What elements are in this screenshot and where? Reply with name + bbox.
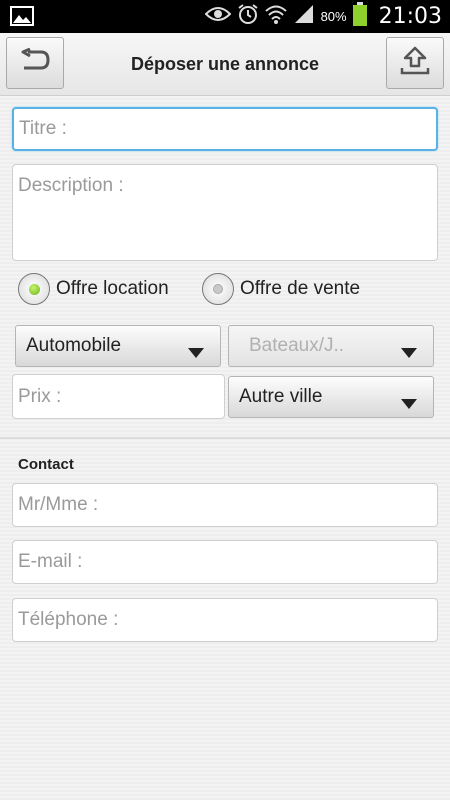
image-icon — [10, 6, 34, 31]
radio-offre-vente[interactable]: Offre de vente — [202, 273, 360, 305]
dropdown-arrow-icon — [401, 342, 417, 364]
name-input[interactable]: Mr/Mme : — [12, 483, 438, 527]
signal-icon — [293, 4, 315, 29]
subcategory-dropdown[interactable]: Bateaux/J.. — [228, 325, 434, 367]
title-placeholder: Titre : — [19, 118, 67, 139]
wifi-icon — [264, 4, 287, 29]
contact-section-label: Contact — [18, 456, 74, 473]
battery-icon — [352, 2, 367, 31]
section-divider — [0, 437, 450, 439]
title-input[interactable]: Titre : — [12, 107, 438, 151]
category-dropdown[interactable]: Automobile — [15, 325, 221, 367]
dropdown-arrow-icon — [401, 393, 417, 415]
back-arrow-icon — [19, 47, 51, 79]
alarm-icon — [237, 3, 259, 30]
subcategory-value: Bateaux/J.. — [249, 335, 345, 356]
category-value: Automobile — [26, 335, 122, 356]
price-input[interactable]: Prix : — [12, 374, 225, 419]
radio-label-location: Offre location — [56, 278, 169, 299]
name-placeholder: Mr/Mme : — [18, 494, 99, 515]
price-placeholder: Prix : — [18, 385, 62, 407]
back-button[interactable] — [6, 37, 64, 89]
description-input[interactable]: Description : — [12, 164, 438, 261]
city-dropdown[interactable]: Autre ville — [228, 376, 434, 418]
email-input[interactable]: E-mail : — [12, 540, 438, 584]
page-title: Déposer une annonce — [130, 53, 320, 74]
battery-percent: 80% — [320, 9, 347, 24]
radio-unselected-indicator — [202, 273, 234, 305]
action-bar: Déposer une annonce — [0, 33, 450, 96]
radio-offre-location[interactable]: Offre location — [18, 273, 169, 305]
radio-label-vente: Offre de vente — [240, 278, 361, 299]
eye-icon — [204, 5, 231, 28]
upload-icon — [399, 46, 431, 81]
description-placeholder: Description : — [18, 175, 124, 196]
clock: 21:03 — [378, 4, 442, 29]
upload-button[interactable] — [386, 37, 444, 89]
phone-input[interactable]: Téléphone : — [12, 598, 438, 642]
email-placeholder: E-mail : — [18, 551, 83, 572]
status-bar: 80% 21:03 — [0, 0, 450, 33]
dropdown-arrow-icon — [188, 342, 204, 364]
phone-placeholder: Téléphone : — [18, 609, 119, 630]
city-value: Autre ville — [239, 386, 323, 407]
radio-selected-indicator — [18, 273, 50, 305]
